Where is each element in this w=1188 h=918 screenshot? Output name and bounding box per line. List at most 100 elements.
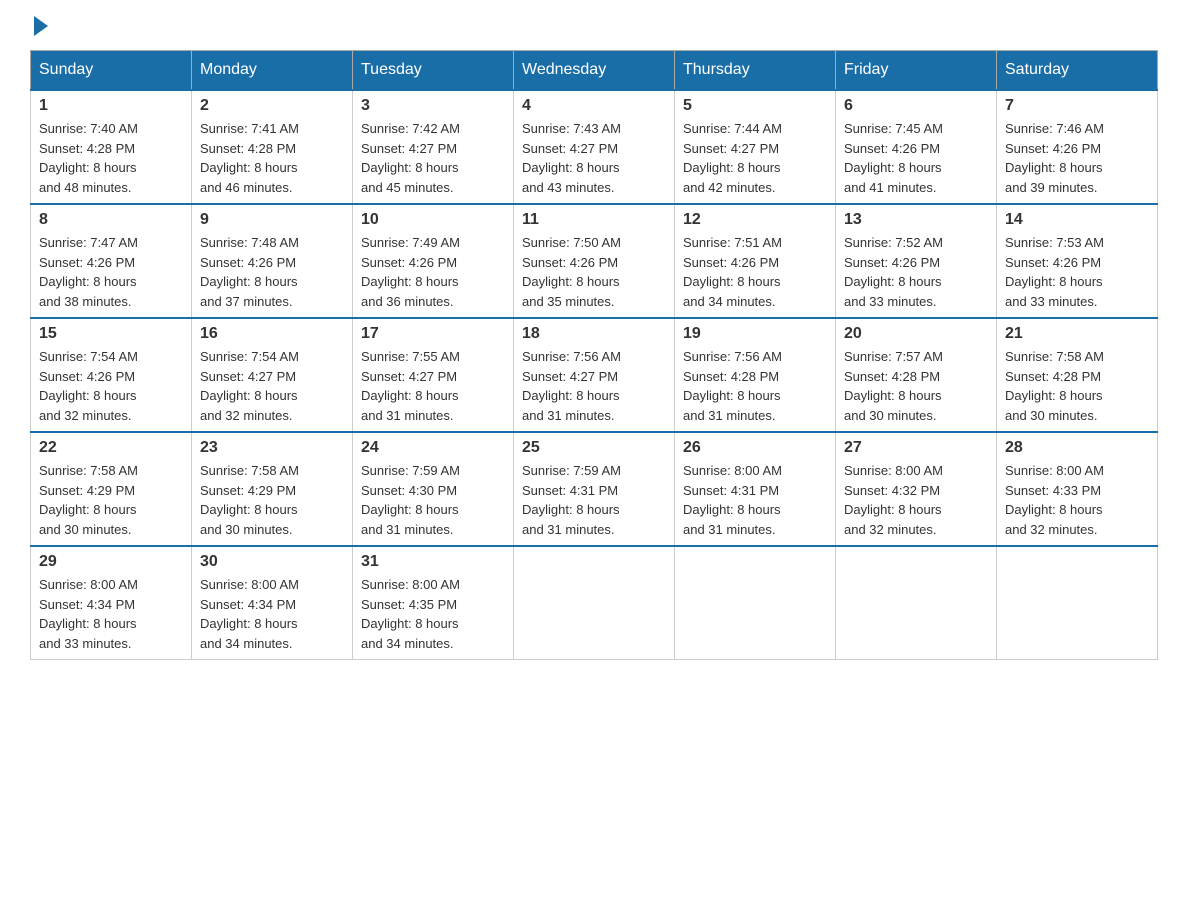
day-info: Sunrise: 8:00 AMSunset: 4:35 PMDaylight:… [361,575,505,653]
day-info: Sunrise: 7:49 AMSunset: 4:26 PMDaylight:… [361,233,505,311]
calendar-cell: 11 Sunrise: 7:50 AMSunset: 4:26 PMDayligh… [514,204,675,318]
day-info: Sunrise: 7:59 AMSunset: 4:31 PMDaylight:… [522,461,666,539]
day-number: 19 [683,325,827,343]
day-number: 7 [1005,97,1149,115]
calendar-cell: 21 Sunrise: 7:58 AMSunset: 4:28 PMDayligh… [997,318,1158,432]
day-info: Sunrise: 7:47 AMSunset: 4:26 PMDaylight:… [39,233,183,311]
weekday-header-sunday: Sunday [31,51,192,91]
week-row-4: 22 Sunrise: 7:58 AMSunset: 4:29 PMDayligh… [31,432,1158,546]
logo-top [30,20,48,36]
day-info: Sunrise: 7:54 AMSunset: 4:27 PMDaylight:… [200,347,344,425]
day-info: Sunrise: 7:48 AMSunset: 4:26 PMDaylight:… [200,233,344,311]
week-row-3: 15 Sunrise: 7:54 AMSunset: 4:26 PMDayligh… [31,318,1158,432]
calendar-cell: 24 Sunrise: 7:59 AMSunset: 4:30 PMDayligh… [353,432,514,546]
week-row-2: 8Sunrise: 7:47 AMSunset: 4:26 PMDaylight… [31,204,1158,318]
day-info: Sunrise: 7:41 AMSunset: 4:28 PMDaylight:… [200,119,344,197]
day-number: 16 [200,325,344,343]
calendar-cell: 1Sunrise: 7:40 AMSunset: 4:28 PMDaylight… [31,90,192,204]
weekday-header-wednesday: Wednesday [514,51,675,91]
day-number: 22 [39,439,183,457]
day-number: 14 [1005,211,1149,229]
logo-arrow-icon [34,16,48,36]
day-info: Sunrise: 7:46 AMSunset: 4:26 PMDaylight:… [1005,119,1149,197]
calendar-cell: 12 Sunrise: 7:51 AMSunset: 4:26 PMDayligh… [675,204,836,318]
calendar-cell: 16 Sunrise: 7:54 AMSunset: 4:27 PMDayligh… [192,318,353,432]
calendar-cell: 14 Sunrise: 7:53 AMSunset: 4:26 PMDayligh… [997,204,1158,318]
day-info: Sunrise: 7:54 AMSunset: 4:26 PMDaylight:… [39,347,183,425]
day-number: 9 [200,211,344,229]
calendar-cell: 10 Sunrise: 7:49 AMSunset: 4:26 PMDayligh… [353,204,514,318]
day-number: 30 [200,553,344,571]
calendar-cell: 30 Sunrise: 8:00 AMSunset: 4:34 PMDayligh… [192,546,353,660]
calendar-cell: 28 Sunrise: 8:00 AMSunset: 4:33 PMDayligh… [997,432,1158,546]
calendar-cell: 4 Sunrise: 7:43 AMSunset: 4:27 PMDaylight… [514,90,675,204]
calendar-cell: 26 Sunrise: 8:00 AMSunset: 4:31 PMDayligh… [675,432,836,546]
calendar-cell: 29 Sunrise: 8:00 AMSunset: 4:34 PMDayligh… [31,546,192,660]
calendar-cell: 20Sunrise: 7:57 AMSunset: 4:28 PMDayligh… [836,318,997,432]
day-number: 17 [361,325,505,343]
day-number: 4 [522,97,666,115]
weekday-header-tuesday: Tuesday [353,51,514,91]
calendar-cell: 3Sunrise: 7:42 AMSunset: 4:27 PMDaylight… [353,90,514,204]
day-info: Sunrise: 8:00 AMSunset: 4:31 PMDaylight:… [683,461,827,539]
day-info: Sunrise: 7:58 AMSunset: 4:29 PMDaylight:… [39,461,183,539]
day-number: 23 [200,439,344,457]
day-info: Sunrise: 7:50 AMSunset: 4:26 PMDaylight:… [522,233,666,311]
day-info: Sunrise: 7:52 AMSunset: 4:26 PMDaylight:… [844,233,988,311]
week-row-1: 1Sunrise: 7:40 AMSunset: 4:28 PMDaylight… [31,90,1158,204]
day-info: Sunrise: 7:42 AMSunset: 4:27 PMDaylight:… [361,119,505,197]
calendar-cell: 6 Sunrise: 7:45 AMSunset: 4:26 PMDaylight… [836,90,997,204]
day-number: 25 [522,439,666,457]
day-info: Sunrise: 7:57 AMSunset: 4:28 PMDaylight:… [844,347,988,425]
day-number: 15 [39,325,183,343]
day-info: Sunrise: 8:00 AMSunset: 4:34 PMDaylight:… [200,575,344,653]
day-number: 11 [522,211,666,229]
weekday-header-monday: Monday [192,51,353,91]
day-number: 13 [844,211,988,229]
day-info: Sunrise: 7:51 AMSunset: 4:26 PMDaylight:… [683,233,827,311]
calendar-cell: 27 Sunrise: 8:00 AMSunset: 4:32 PMDayligh… [836,432,997,546]
calendar-cell: 13 Sunrise: 7:52 AMSunset: 4:26 PMDayligh… [836,204,997,318]
day-info: Sunrise: 7:59 AMSunset: 4:30 PMDaylight:… [361,461,505,539]
weekday-header-saturday: Saturday [997,51,1158,91]
day-number: 6 [844,97,988,115]
day-number: 12 [683,211,827,229]
day-number: 21 [1005,325,1149,343]
day-number: 1 [39,97,183,115]
week-row-5: 29 Sunrise: 8:00 AMSunset: 4:34 PMDayligh… [31,546,1158,660]
day-number: 24 [361,439,505,457]
day-number: 5 [683,97,827,115]
day-info: Sunrise: 7:45 AMSunset: 4:26 PMDaylight:… [844,119,988,197]
calendar-cell: 15 Sunrise: 7:54 AMSunset: 4:26 PMDayligh… [31,318,192,432]
day-info: Sunrise: 8:00 AMSunset: 4:32 PMDaylight:… [844,461,988,539]
day-number: 27 [844,439,988,457]
calendar-cell [514,546,675,660]
day-number: 10 [361,211,505,229]
calendar-cell: 22 Sunrise: 7:58 AMSunset: 4:29 PMDayligh… [31,432,192,546]
day-number: 18 [522,325,666,343]
day-number: 29 [39,553,183,571]
calendar-cell: 7 Sunrise: 7:46 AMSunset: 4:26 PMDaylight… [997,90,1158,204]
calendar-table: SundayMondayTuesdayWednesdayThursdayFrid… [30,50,1158,660]
day-info: Sunrise: 7:43 AMSunset: 4:27 PMDaylight:… [522,119,666,197]
day-info: Sunrise: 7:55 AMSunset: 4:27 PMDaylight:… [361,347,505,425]
calendar-cell: 17 Sunrise: 7:55 AMSunset: 4:27 PMDayligh… [353,318,514,432]
day-number: 26 [683,439,827,457]
day-number: 2 [200,97,344,115]
day-info: Sunrise: 8:00 AMSunset: 4:33 PMDaylight:… [1005,461,1149,539]
day-info: Sunrise: 7:44 AMSunset: 4:27 PMDaylight:… [683,119,827,197]
day-info: Sunrise: 8:00 AMSunset: 4:34 PMDaylight:… [39,575,183,653]
weekday-header-row: SundayMondayTuesdayWednesdayThursdayFrid… [31,51,1158,91]
calendar-cell: 25 Sunrise: 7:59 AMSunset: 4:31 PMDayligh… [514,432,675,546]
calendar-cell: 19 Sunrise: 7:56 AMSunset: 4:28 PMDayligh… [675,318,836,432]
day-info: Sunrise: 7:53 AMSunset: 4:26 PMDaylight:… [1005,233,1149,311]
day-info: Sunrise: 7:56 AMSunset: 4:27 PMDaylight:… [522,347,666,425]
day-info: Sunrise: 7:56 AMSunset: 4:28 PMDaylight:… [683,347,827,425]
calendar-cell: 2 Sunrise: 7:41 AMSunset: 4:28 PMDaylight… [192,90,353,204]
calendar-cell [675,546,836,660]
day-number: 28 [1005,439,1149,457]
day-info: Sunrise: 7:58 AMSunset: 4:28 PMDaylight:… [1005,347,1149,425]
calendar-cell: 23Sunrise: 7:58 AMSunset: 4:29 PMDayligh… [192,432,353,546]
logo [30,20,48,32]
weekday-header-friday: Friday [836,51,997,91]
